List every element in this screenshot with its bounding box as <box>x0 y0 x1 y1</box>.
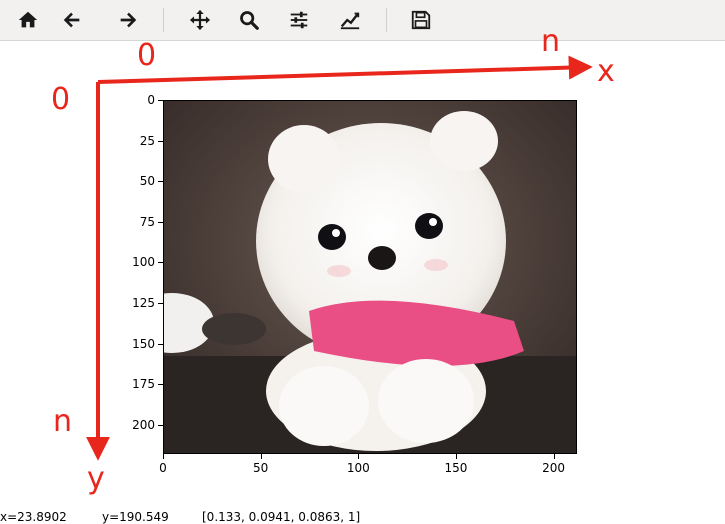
x-tick-mark <box>260 454 262 459</box>
y-tick-label: 75 <box>139 214 155 229</box>
y-tick-mark <box>158 424 163 426</box>
pan-button[interactable] <box>184 4 216 36</box>
y-tick-label: 100 <box>132 255 155 270</box>
arrow-left-icon <box>63 12 80 28</box>
x-tick-label: 200 <box>542 461 566 475</box>
cursor-y-readout: y=190.549 <box>102 510 169 524</box>
home-button[interactable] <box>12 4 44 36</box>
y-tick-label: 50 <box>139 174 155 189</box>
x-tick-mark <box>358 454 360 459</box>
x-tick-mark <box>553 454 555 459</box>
y-tick-mark <box>158 262 163 264</box>
y-tick-mark <box>158 384 163 386</box>
y-end-label: n <box>53 404 73 439</box>
y-tick-label: 175 <box>132 377 155 392</box>
cursor-x-readout: x=23.8902 <box>0 510 67 524</box>
sliders-icon <box>290 11 308 29</box>
x-axis-label: x <box>597 54 615 89</box>
toolbar-separator <box>386 8 387 32</box>
line-chart-icon <box>340 12 360 30</box>
y-tick-mark <box>158 343 163 345</box>
zoom-button[interactable] <box>233 4 265 36</box>
magnifier-icon <box>240 11 259 30</box>
pixel-value-readout: [0.133, 0.0941, 0.0863, 1] <box>202 510 361 524</box>
y-tick-mark <box>158 221 163 223</box>
x-end-label: n <box>541 24 561 59</box>
x-tick-label: 100 <box>346 461 370 475</box>
move-arrows-icon <box>189 9 211 31</box>
status-bar: x=23.8902 y=190.549 [0.133, 0.0941, 0.08… <box>0 501 725 524</box>
image-axes[interactable] <box>163 100 577 454</box>
x-tick-mark <box>163 454 164 459</box>
arrow-right-icon <box>120 12 137 28</box>
toolbar <box>0 0 725 41</box>
toolbar-separator <box>163 8 164 32</box>
x-tick-label: 50 <box>253 461 269 475</box>
back-button[interactable] <box>56 4 88 36</box>
origin-label-top: 0 <box>137 38 157 73</box>
y-tick-mark <box>158 100 163 101</box>
y-tick-label: 125 <box>132 295 155 310</box>
origin-label-left: 0 <box>51 82 71 117</box>
x-tick-label: 0 <box>159 461 167 475</box>
y-tick-label: 0 <box>147 93 155 107</box>
y-axis-label: y <box>87 461 105 496</box>
y-tick-label: 200 <box>132 417 155 432</box>
forward-button[interactable] <box>112 4 144 36</box>
y-tick-label: 25 <box>139 133 155 148</box>
home-icon <box>18 11 38 28</box>
y-tick-mark <box>158 302 163 304</box>
configure-subplots-button[interactable] <box>283 4 315 36</box>
y-tick-mark <box>158 181 163 183</box>
x-tick-mark <box>455 454 457 459</box>
save-button[interactable] <box>405 4 437 36</box>
y-tick-mark <box>158 140 163 142</box>
y-tick-label: 150 <box>132 336 155 351</box>
x-tick-label: 150 <box>444 461 468 475</box>
puppy-image <box>164 101 576 453</box>
floppy-disk-icon <box>411 10 431 30</box>
edit-axis-button[interactable] <box>334 4 366 36</box>
